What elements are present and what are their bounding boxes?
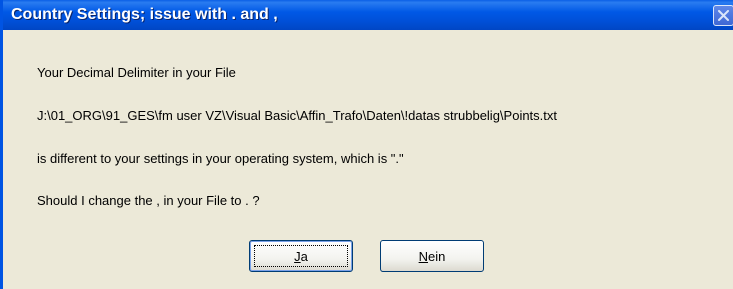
message-line-3: is different to your settings in your op… [37,151,404,166]
message-line-1: Your Decimal Delimiter in your File [37,65,236,80]
message-question: Should I change the , in your File to . … [37,193,260,208]
yes-button-label: Ja [294,248,308,264]
close-icon [718,10,729,21]
dialog-window: Country Settings; issue with . and , You… [0,0,733,289]
window-title: Country Settings; issue with . and , [11,6,278,23]
dialog-body: Your Decimal Delimiter in your File J:\0… [6,30,733,289]
yes-button[interactable]: Ja [249,240,353,272]
title-bar[interactable]: Country Settings; issue with . and , [3,0,733,30]
message-file-path: J:\01_ORG\91_GES\fm user VZ\Visual Basic… [37,108,558,123]
no-button-label: Nein [418,248,446,264]
no-button[interactable]: Nein [380,240,484,272]
close-button[interactable] [713,5,733,26]
